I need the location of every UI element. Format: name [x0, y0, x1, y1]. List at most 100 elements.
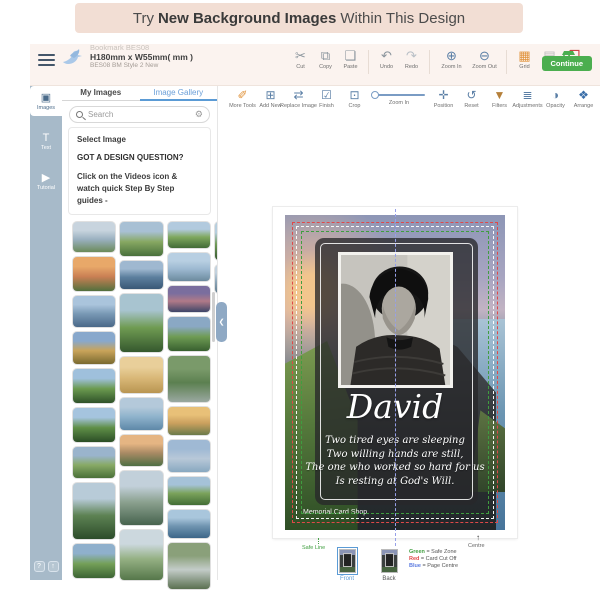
deceased-name-text[interactable]: David [285, 387, 505, 427]
copy-button-label: Copy [319, 64, 332, 70]
gallery-thumbnail-meadow-sky[interactable] [167, 221, 211, 249]
crop-button[interactable]: ⊡Crop [343, 88, 366, 109]
gallery-thumbnail-misty-cliffs[interactable] [72, 221, 116, 253]
gallery-thumbnail-mountain-lake-reflection[interactable] [119, 260, 163, 290]
design-question-body: Click on the Videos icon & watch quick S… [77, 171, 202, 207]
scroll-top-button[interactable]: ↑ [48, 561, 59, 572]
finish-button[interactable]: ☑Finish [315, 88, 338, 109]
undo-button-label: Undo [380, 64, 393, 70]
gallery-thumbnail-rainbow-meadow[interactable] [72, 543, 116, 579]
reset-button-label: Reset [464, 103, 478, 109]
gallery-thumbnail-rocky-waterfall[interactable] [167, 542, 211, 590]
poem-line: Is resting at God's Will. [285, 475, 505, 489]
grid-button[interactable]: ▦Grid [513, 48, 536, 70]
gallery-thumbnail-coast-sunset[interactable] [119, 434, 163, 467]
gallery-thumbnail-green-valley-view[interactable] [214, 221, 217, 261]
arrange-button[interactable]: ❖Arrange [572, 88, 595, 109]
paste-button-icon: ❏ [345, 48, 357, 63]
gallery-thumbnail-sunset-lighthouse[interactable] [167, 406, 211, 436]
continue-button[interactable]: Continue [542, 56, 593, 71]
opacity-button-icon: ◑ [552, 88, 559, 102]
gallery-thumbnail-forest-stream[interactable] [167, 355, 211, 403]
zoom-out-button[interactable]: ⊖Zoom Out [469, 48, 500, 70]
gallery-thumbnail-purple-sunset-sea[interactable] [167, 285, 211, 313]
panel-scrollbar[interactable] [212, 292, 215, 342]
opacity-button[interactable]: ◑Opacity [544, 88, 567, 109]
safe-line-label: Safe Line [302, 545, 325, 551]
gallery-thumbnail-patchwork-fields[interactable] [167, 476, 211, 506]
gallery-thumbnail-lake-mountain[interactable] [72, 295, 116, 328]
undo-button-icon: ↶ [381, 48, 392, 63]
page-thumb-back[interactable]: Back [378, 549, 400, 582]
banner-text-suffix: Within This Design [340, 10, 465, 27]
replace-image-button[interactable]: ⇄Replace Image [287, 88, 310, 109]
menu-icon[interactable] [38, 54, 55, 67]
gallery-thumbnail-rainbow-sky[interactable] [167, 439, 211, 473]
sidebar-tab-tutorial[interactable]: ▶Tutorial [30, 166, 62, 196]
adjustments-button-label: Adjustments [512, 103, 542, 109]
gallery-thumbnail-coastal-bay[interactable] [167, 509, 211, 539]
finish-button-label: Finish [319, 103, 334, 109]
gallery-thumbnail-misty-green-hills[interactable] [119, 529, 163, 581]
gallery-thumbnail-sea-stack-cliffs[interactable] [119, 470, 163, 526]
gallery-thumbnail-sky-water-reflection[interactable] [119, 397, 163, 431]
dove-logo-icon [60, 46, 86, 77]
zoom-in-button[interactable]: ⊕Zoom In [436, 48, 467, 70]
gallery-thumbnail-rainbow-field[interactable] [167, 316, 211, 352]
gallery-thumbnail-green-valley-lake-2[interactable] [72, 407, 116, 443]
redo-button[interactable]: ↷Redo [400, 48, 423, 70]
design-page: David Two tired eyes are sleepingTwo wil… [273, 207, 517, 538]
gallery-thumbnail-village-rainbow[interactable] [119, 221, 163, 257]
sidebar-tab-images[interactable]: ▣Images [30, 86, 62, 116]
reset-button[interactable]: ↺Reset [460, 88, 483, 109]
gallery-thumbnail-misty-mountain[interactable] [214, 264, 217, 294]
copy-button[interactable]: ⧉Copy [314, 48, 337, 70]
continue-box: Continue [542, 46, 593, 71]
gallery-thumbnail-valley-aerial[interactable] [119, 293, 163, 353]
reset-button-icon: ↺ [466, 88, 476, 102]
gallery-thumbnail-cliffs-of-moher[interactable] [72, 482, 116, 540]
tab-my-images[interactable]: My Images [62, 86, 140, 100]
poem-line: Two willing hands are still, [285, 448, 505, 462]
legend-key-red: Red [409, 556, 419, 562]
legend-key-green: Green [409, 549, 425, 555]
position-button[interactable]: ✛Position [432, 88, 455, 109]
background-image[interactable]: David Two tired eyes are sleepingTwo wil… [285, 215, 505, 530]
panel-collapse-handle[interactable]: ❮ [216, 302, 227, 342]
sidebar-tab-text[interactable]: TText [30, 126, 62, 156]
cut-button-icon: ✂ [295, 48, 306, 63]
search-options-icon[interactable]: ⚙ [195, 109, 203, 120]
gallery-thumbnail-church-sky[interactable] [167, 252, 211, 282]
poem-text[interactable]: Two tired eyes are sleepingTwo willing h… [285, 434, 505, 488]
undo-button[interactable]: ↶Undo [375, 48, 398, 70]
replace-image-button-label: Replace Image [280, 103, 317, 109]
position-button-label: Position [434, 103, 454, 109]
zoom-slider-knob[interactable] [371, 91, 379, 99]
gallery-thumbnail-golden-blur[interactable] [119, 356, 163, 394]
gallery-thumbnail-sunset-river-tower[interactable] [72, 256, 116, 292]
more-tools-button[interactable]: ✐More Tools [231, 88, 254, 109]
zoom-slider-track[interactable] [373, 94, 425, 96]
adjustments-button[interactable]: ≣Adjustments [516, 88, 539, 109]
filters-button-icon: ▼ [494, 88, 506, 102]
search-input[interactable] [88, 110, 195, 119]
search-icon [76, 111, 83, 118]
gallery-thumbnail-golden-hill[interactable] [72, 331, 116, 365]
arrange-button-label: Arrange [574, 103, 594, 109]
filters-button[interactable]: ▼Filters [488, 88, 511, 109]
paste-button[interactable]: ❏Paste [339, 48, 362, 70]
cart-icon [561, 46, 573, 55]
gallery-thumbnail-green-valley-lake[interactable] [72, 368, 116, 404]
tab-image-gallery[interactable]: Image Gallery [140, 86, 218, 100]
sidebar-tab-tutorial-label: Tutorial [37, 185, 55, 191]
gallery-thumbnail-double-rainbow-field[interactable] [72, 446, 116, 479]
sidebar-tab-tutorial-icon: ▶ [42, 172, 50, 184]
add-new-button[interactable]: ⊞Add New [259, 88, 282, 109]
back-page-preview [381, 549, 398, 573]
cut-button-label: Cut [296, 64, 305, 70]
portrait-photo[interactable] [338, 252, 453, 388]
page-thumb-front[interactable]: Front [336, 549, 358, 582]
help-button[interactable]: ? [34, 561, 45, 572]
cut-button[interactable]: ✂Cut [289, 48, 312, 70]
centre-label: Centre [468, 543, 485, 549]
